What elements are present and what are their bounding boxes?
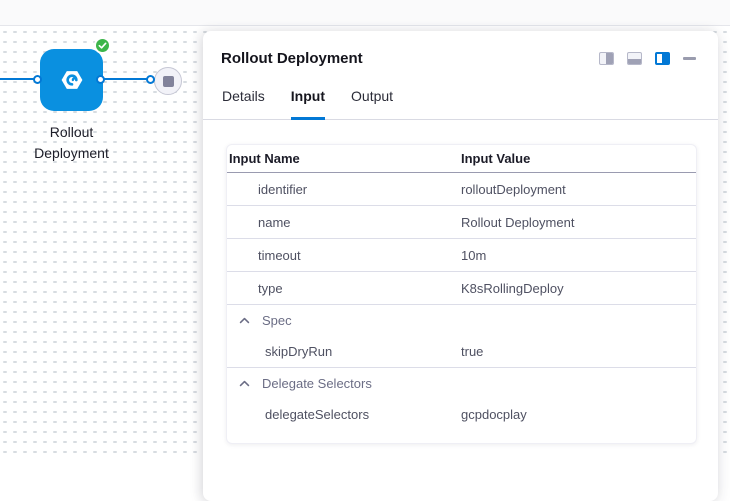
stage-end-node[interactable] xyxy=(154,67,182,95)
canvas-toolbar-strip xyxy=(0,0,730,26)
section-label: Spec xyxy=(262,313,292,328)
table-row: skipDryRun true xyxy=(227,335,696,368)
table-row: timeout 10m xyxy=(227,239,696,272)
panel-tabs: Details Input Output xyxy=(203,88,718,120)
dock-right-active-icon[interactable] xyxy=(655,52,670,65)
tab-details[interactable]: Details xyxy=(222,88,265,120)
tab-output[interactable]: Output xyxy=(351,88,393,120)
success-check-icon xyxy=(94,37,111,54)
stop-square-icon xyxy=(163,76,174,87)
column-header-input-name: Input Name xyxy=(227,151,461,166)
k8s-rolling-deploy-icon xyxy=(59,67,85,93)
panel-window-controls xyxy=(599,52,696,65)
section-row-delegate-selectors[interactable]: Delegate Selectors xyxy=(227,368,696,398)
dock-right-icon[interactable] xyxy=(599,52,614,65)
node-port-right xyxy=(96,75,105,84)
table-row: type K8sRollingDeploy xyxy=(227,272,696,305)
minus-icon xyxy=(683,57,696,60)
table-row: identifier rolloutDeployment xyxy=(227,173,696,206)
end-node-port xyxy=(146,75,155,84)
rollout-deployment-node[interactable] xyxy=(40,49,103,111)
step-details-panel: Rollout Deployment Details Input Output … xyxy=(203,31,718,501)
tab-input[interactable]: Input xyxy=(291,88,325,120)
table-header: Input Name Input Value xyxy=(227,145,696,173)
section-row-spec[interactable]: Spec xyxy=(227,305,696,335)
table-row: delegateSelectors gcpdocplay xyxy=(227,398,696,431)
table-row: name Rollout Deployment xyxy=(227,206,696,239)
panel-title: Rollout Deployment xyxy=(221,50,363,67)
chevron-up-icon[interactable] xyxy=(239,317,250,324)
panel-header: Rollout Deployment xyxy=(203,31,718,67)
input-table: Input Name Input Value identifier rollou… xyxy=(226,144,697,444)
node-port-left xyxy=(33,75,42,84)
chevron-up-icon[interactable] xyxy=(239,380,250,387)
dock-bottom-icon[interactable] xyxy=(627,52,642,65)
minimize-button[interactable] xyxy=(683,52,696,65)
column-header-input-value: Input Value xyxy=(461,151,530,166)
section-label: Delegate Selectors xyxy=(262,376,372,391)
node-label: Rollout Deployment xyxy=(21,122,122,164)
